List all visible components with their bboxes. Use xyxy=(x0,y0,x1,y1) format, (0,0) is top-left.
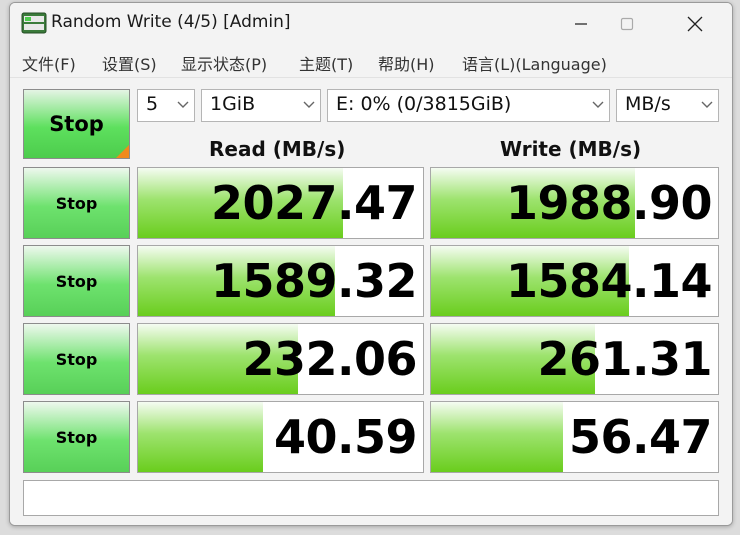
test-size-select[interactable]: 1GiB xyxy=(201,89,321,122)
menu-file[interactable]: 文件(F) xyxy=(22,51,76,75)
menu-settings[interactable]: 设置(S) xyxy=(102,51,157,75)
write-meter-row-4: 56.47 xyxy=(430,401,719,473)
drive-value: E: 0% (0/3815GiB) xyxy=(336,93,512,115)
chevron-down-icon xyxy=(592,101,604,108)
app-window: Random Write (4/5) [Admin] 文件(F) 设置(S) 显… xyxy=(9,2,733,526)
chevron-down-icon xyxy=(303,101,315,108)
drive-select[interactable]: E: 0% (0/3815GiB) xyxy=(327,89,610,122)
menu-language[interactable]: 语言(L)(Language) xyxy=(462,51,607,75)
stop-button-row-1[interactable]: Stop xyxy=(23,167,130,239)
stop-label: Stop xyxy=(55,271,98,291)
maximize-icon xyxy=(620,17,634,31)
chevron-down-icon xyxy=(177,101,189,108)
window-title: Random Write (4/5) [Admin] xyxy=(51,12,291,32)
read-meter-row-1: 2027.47 xyxy=(137,167,424,239)
read-value: 2027.47 xyxy=(210,176,418,230)
menu-display[interactable]: 显示状态(P) xyxy=(181,51,267,75)
stop-all-label: Stop xyxy=(49,112,104,136)
read-header: Read (MB/s) xyxy=(209,137,346,161)
write-value: 261.31 xyxy=(537,332,712,386)
read-value: 232.06 xyxy=(242,332,417,386)
main-panel: Stop 5 1GiB E: 0% (0/3815GiB) MB/s Read … xyxy=(10,78,732,525)
write-meter-row-2: 1584.14 xyxy=(430,245,719,317)
write-meter-row-3: 261.31 xyxy=(430,323,719,395)
stop-label: Stop xyxy=(55,427,98,447)
write-value: 1988.90 xyxy=(505,176,713,230)
stop-button-row-3[interactable]: Stop xyxy=(23,323,130,395)
corner-marker xyxy=(116,145,129,158)
write-meter-row-1: 1988.90 xyxy=(430,167,719,239)
write-fill xyxy=(431,402,564,472)
test-count-select[interactable]: 5 xyxy=(137,89,195,122)
comment-input[interactable] xyxy=(23,480,719,516)
minimize-button[interactable] xyxy=(558,3,604,45)
stop-label: Stop xyxy=(55,193,98,213)
unit-select[interactable]: MB/s xyxy=(616,89,719,122)
write-value: 1584.14 xyxy=(505,254,713,308)
write-header: Write (MB/s) xyxy=(500,137,642,161)
close-icon xyxy=(687,16,703,32)
minimize-icon xyxy=(575,23,587,25)
read-fill xyxy=(138,402,264,472)
test-count-value: 5 xyxy=(146,93,159,115)
stop-all-button[interactable]: Stop xyxy=(23,89,130,159)
menu-theme[interactable]: 主题(T) xyxy=(299,51,353,75)
stop-label: Stop xyxy=(55,349,98,369)
menu-help[interactable]: 帮助(H) xyxy=(378,51,435,75)
close-button[interactable] xyxy=(672,3,718,45)
unit-value: MB/s xyxy=(625,93,671,115)
chevron-down-icon xyxy=(701,101,713,108)
test-size-value: 1GiB xyxy=(210,93,256,115)
read-value: 1589.32 xyxy=(210,254,418,308)
read-value: 40.59 xyxy=(273,410,418,464)
read-meter-row-3: 232.06 xyxy=(137,323,424,395)
read-meter-row-2: 1589.32 xyxy=(137,245,424,317)
disk-icon xyxy=(21,12,47,34)
read-meter-row-4: 40.59 xyxy=(137,401,424,473)
maximize-button[interactable] xyxy=(604,3,650,45)
title-bar: Random Write (4/5) [Admin] xyxy=(10,3,732,45)
stop-button-row-4[interactable]: Stop xyxy=(23,401,130,473)
stop-button-row-2[interactable]: Stop xyxy=(23,245,130,317)
write-value: 56.47 xyxy=(568,410,713,464)
menu-bar: 文件(F) 设置(S) 显示状态(P) 主题(T) 帮助(H) 语言(L)(La… xyxy=(10,45,732,78)
